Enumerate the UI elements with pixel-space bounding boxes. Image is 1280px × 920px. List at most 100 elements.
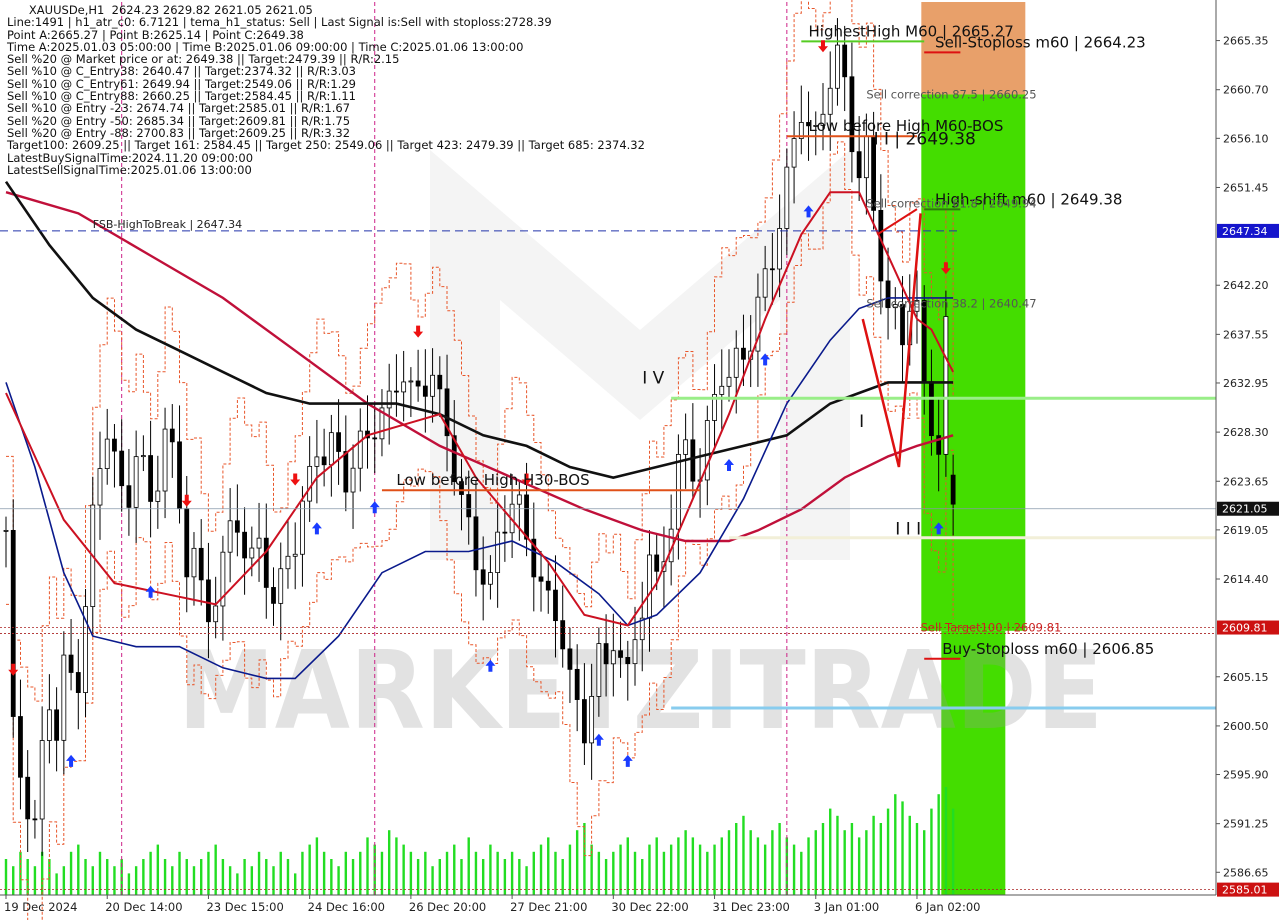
volume-bar [735,823,738,895]
volume-bar [583,823,586,895]
volume-bar [387,830,391,895]
bear-candle [560,620,566,650]
volume-bar [322,851,326,895]
volume-bar [12,866,15,895]
bear-candle [343,451,349,493]
bear-candle [10,530,16,717]
bull-candle [675,453,681,530]
price-marker-label: 2585.01 [1222,884,1268,897]
price-tick-label: 2632.95 [1223,377,1269,390]
volume-bar [619,844,622,895]
volume-bar [547,837,550,895]
volume-bar [489,844,492,895]
volume-bar [496,851,499,895]
volume-bar [843,830,846,895]
bear-candle [206,579,211,623]
volume-bar [886,808,890,895]
bear-candle [878,209,884,282]
volume-bar [510,851,514,895]
volume-bar [908,815,911,895]
bull-candle [408,380,414,383]
bear-candle [54,709,60,741]
volume-bar [19,851,22,895]
volume-bar [192,866,196,895]
bear-candle [950,474,956,505]
bull-candle [943,316,949,455]
zone-label: Sell Target100 | 2609.81 [921,621,1062,635]
bull-candle [155,490,161,502]
bull-candle [350,467,356,493]
volume-bar [474,851,478,895]
price-tick-label: 2665.35 [1223,35,1269,48]
level-label: Low before High H30-BOS [396,471,589,489]
bull-candle [3,530,9,532]
bear-candle [271,587,276,604]
volume-bar [698,844,702,895]
price-tick-label: 2637.55 [1223,328,1269,341]
volume-bar [901,801,904,895]
bull-candle [249,547,255,559]
bull-candle [61,654,67,741]
price-chart[interactable]: MARKETZITRADE FSB-HighToBreak | 2647.34L… [0,0,1280,920]
level-label: Buy-Stoploss m60 | 2606.85 [942,640,1154,658]
volume-bar [633,851,637,895]
bear-candle [437,374,443,390]
volume-bar [207,851,210,895]
volume-bar [677,837,680,895]
volume-bar [763,844,767,895]
volume-bar [33,866,37,895]
volume-bar [257,851,261,895]
volume-bar [395,837,398,895]
bear-candle [18,716,23,778]
level-label: Sell-Stoploss m60 | 2664.23 [935,33,1146,51]
bull-candle [610,650,616,665]
price-tick-label: 2642.20 [1223,279,1269,292]
bull-candle [704,420,710,481]
bull-candle [97,468,103,506]
price-tick-label: 2651.45 [1223,181,1269,194]
volume-bar [228,866,232,895]
volume-bar [951,808,955,895]
volume-bar [344,851,348,895]
volume-bar [178,851,181,895]
bull-candle [632,639,638,665]
volume-bar [568,844,572,895]
volume-bar [149,851,152,895]
volume-bar [113,866,116,895]
volume-bar [749,830,752,895]
bear-candle [184,508,190,578]
bear-candle [148,455,154,502]
volume-bar [453,844,456,895]
wave-label: I [859,412,864,432]
volume-bar [525,866,528,895]
price-tick-label: 2614.40 [1223,573,1269,586]
bear-candle [900,304,905,346]
bull-candle [307,465,313,502]
bear-candle [921,300,927,383]
price-tick-label: 2619.05 [1223,524,1269,537]
volume-bar [836,815,839,895]
bull-candle [39,740,45,820]
volume-bar [648,844,651,895]
price-tick-label: 2591.25 [1223,818,1269,831]
bear-candle [234,520,240,533]
bear-candle [545,580,551,591]
time-tick-label: 26 Dec 20:00 [409,900,486,914]
bear-candle [582,699,587,744]
bull-candle [213,605,219,623]
price-tick-label: 2600.50 [1223,720,1269,733]
level-label: FSB-HighToBreak | 2647.34 [93,218,242,231]
volume-bar [944,787,948,895]
volume-bar [409,851,413,895]
volume-bar [62,866,66,895]
bull-candle [791,138,797,168]
bull-candle [683,439,689,455]
bear-candle [32,818,38,821]
volume-bar [445,851,449,895]
bear-candle [690,439,696,482]
chart-background [0,0,1280,920]
sell-entry-zone [921,94,1026,631]
volume-bar [250,866,254,895]
bear-candle [654,554,660,572]
volume-bar [669,844,673,895]
